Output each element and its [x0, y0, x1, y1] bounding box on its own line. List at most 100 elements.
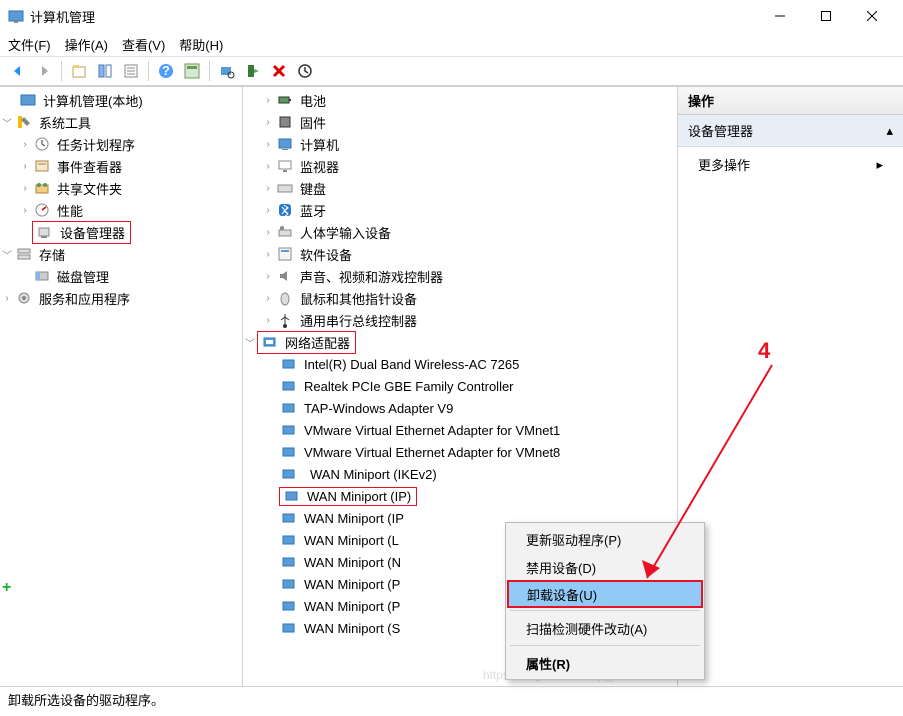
- properties-button[interactable]: [119, 59, 143, 83]
- menu-file[interactable]: 文件(F): [8, 35, 51, 54]
- services-icon: [16, 290, 32, 306]
- nic-icon: [281, 356, 297, 372]
- share-icon: [34, 180, 50, 196]
- chevron-right-icon[interactable]: ›: [18, 203, 32, 217]
- menu-separator: [510, 645, 700, 646]
- chevron-right-icon[interactable]: ›: [0, 291, 14, 305]
- toolbar: ?: [0, 56, 903, 86]
- keyboard-icon: [277, 180, 293, 196]
- dev-battery[interactable]: ›电池: [243, 89, 677, 111]
- tree-services[interactable]: › 服务和应用程序: [0, 287, 242, 309]
- minimize-button[interactable]: [757, 0, 803, 32]
- actions-section[interactable]: 设备管理器 ▴: [678, 115, 903, 147]
- actions-header: 操作: [678, 87, 903, 115]
- tree-root[interactable]: 计算机管理(本地): [0, 89, 242, 111]
- help-button[interactable]: ?: [154, 59, 178, 83]
- window-title: 计算机管理: [30, 7, 757, 26]
- clock-icon: [34, 136, 50, 152]
- net-ip[interactable]: WAN Miniport (IP): [243, 485, 677, 507]
- tree-performance[interactable]: › 性能: [0, 199, 242, 221]
- back-button[interactable]: [6, 59, 30, 83]
- chip-icon: [277, 114, 293, 130]
- battery-icon: [277, 92, 293, 108]
- dev-computer[interactable]: ›计算机: [243, 133, 677, 155]
- dev-bluetooth[interactable]: ›蓝牙: [243, 199, 677, 221]
- tree-task-scheduler[interactable]: › 任务计划程序: [0, 133, 242, 155]
- event-icon: [34, 158, 50, 174]
- menubar: 文件(F) 操作(A) 查看(V) 帮助(H): [0, 32, 903, 56]
- tree-system-tools[interactable]: ﹀ 系统工具: [0, 111, 242, 133]
- chevron-right-icon[interactable]: ›: [18, 181, 32, 195]
- dev-audio[interactable]: ›声音、视频和游戏控制器: [243, 265, 677, 287]
- ctx-uninstall-device[interactable]: 卸载设备(U): [507, 580, 703, 608]
- net-ikev2[interactable]: WAN Miniport (IKEv2): [243, 463, 677, 485]
- close-button[interactable]: [849, 0, 895, 32]
- update-button[interactable]: [293, 59, 317, 83]
- net-vmnet8[interactable]: VMware Virtual Ethernet Adapter for VMne…: [243, 441, 677, 463]
- chevron-right-icon: ▸: [876, 157, 883, 173]
- hid-icon: [277, 224, 293, 240]
- chevron-down-icon[interactable]: ﹀: [0, 115, 14, 129]
- svg-text:?: ?: [162, 63, 170, 78]
- chevron-down-icon[interactable]: ﹀: [0, 247, 14, 261]
- nic-icon: [281, 400, 297, 416]
- remove-button[interactable]: [267, 59, 291, 83]
- add-hardware-button[interactable]: [241, 59, 265, 83]
- maximize-button[interactable]: [803, 0, 849, 32]
- statusbar: 卸载所选设备的驱动程序。: [0, 686, 903, 712]
- chevron-right-icon[interactable]: ›: [18, 159, 32, 173]
- forward-button[interactable]: [32, 59, 56, 83]
- tools-icon: [16, 114, 32, 130]
- nic-icon: [281, 620, 297, 636]
- tree-event-viewer[interactable]: › 事件查看器: [0, 155, 242, 177]
- net-tap[interactable]: TAP-Windows Adapter V9: [243, 397, 677, 419]
- view-details-button[interactable]: [180, 59, 204, 83]
- monitor-icon: [277, 158, 293, 174]
- net-realtek[interactable]: Realtek PCIe GBE Family Controller: [243, 375, 677, 397]
- scan-hardware-button[interactable]: [215, 59, 239, 83]
- titlebar: 计算机管理: [0, 0, 903, 32]
- nic-icon: [281, 532, 297, 548]
- mouse-icon: [277, 290, 293, 306]
- up-button[interactable]: [67, 59, 91, 83]
- menu-view[interactable]: 查看(V): [122, 35, 165, 54]
- dev-mouse[interactable]: ›鼠标和其他指针设备: [243, 287, 677, 309]
- chevron-down-icon[interactable]: ﹀: [243, 335, 257, 349]
- net-intel[interactable]: Intel(R) Dual Band Wireless-AC 7265: [243, 353, 677, 375]
- dev-software[interactable]: ›软件设备: [243, 243, 677, 265]
- tree-shared-folders[interactable]: › 共享文件夹: [0, 177, 242, 199]
- nic-icon: [281, 422, 297, 438]
- collapse-icon: ▴: [886, 123, 893, 139]
- nic-icon: [281, 576, 297, 592]
- menu-separator: [510, 610, 700, 611]
- menu-help[interactable]: 帮助(H): [179, 35, 223, 54]
- tree-disk-mgmt[interactable]: 磁盘管理: [0, 265, 242, 287]
- nic-icon: [281, 378, 297, 394]
- dev-hid[interactable]: ›人体学输入设备: [243, 221, 677, 243]
- net-vmnet1[interactable]: VMware Virtual Ethernet Adapter for VMne…: [243, 419, 677, 441]
- disk-icon: [34, 268, 50, 284]
- bluetooth-icon: [277, 202, 293, 218]
- chevron-right-icon[interactable]: ›: [18, 137, 32, 151]
- nic-icon: [281, 554, 297, 570]
- dev-firmware[interactable]: ›固件: [243, 111, 677, 133]
- computer-mgmt-icon: [20, 92, 36, 108]
- tree-device-manager[interactable]: 设备管理器: [0, 221, 242, 243]
- dev-monitor[interactable]: ›监视器: [243, 155, 677, 177]
- show-hide-button[interactable]: [93, 59, 117, 83]
- tree-storage[interactable]: ﹀ 存储: [0, 243, 242, 265]
- nic-icon: [281, 598, 297, 614]
- dev-keyboard[interactable]: ›键盘: [243, 177, 677, 199]
- menu-action[interactable]: 操作(A): [65, 35, 108, 54]
- ctx-disable-device[interactable]: 禁用设备(D): [508, 553, 702, 581]
- app-icon: [8, 8, 24, 24]
- ctx-properties[interactable]: 属性(R): [508, 649, 702, 677]
- actions-more[interactable]: 更多操作 ▸: [678, 147, 903, 182]
- ctx-scan-hardware[interactable]: 扫描检测硬件改动(A): [508, 614, 702, 642]
- dev-usb[interactable]: ›通用串行总线控制器: [243, 309, 677, 331]
- ctx-update-driver[interactable]: 更新驱动程序(P): [508, 525, 702, 553]
- dev-network[interactable]: ﹀ 网络适配器: [243, 331, 677, 353]
- context-menu: 更新驱动程序(P) 禁用设备(D) 卸载设备(U) 扫描检测硬件改动(A) 属性…: [505, 522, 705, 680]
- main-body: 计算机管理(本地) ﹀ 系统工具 › 任务计划程序 › 事件查看器 › 共享文件…: [0, 86, 903, 686]
- nic-icon: [281, 444, 297, 460]
